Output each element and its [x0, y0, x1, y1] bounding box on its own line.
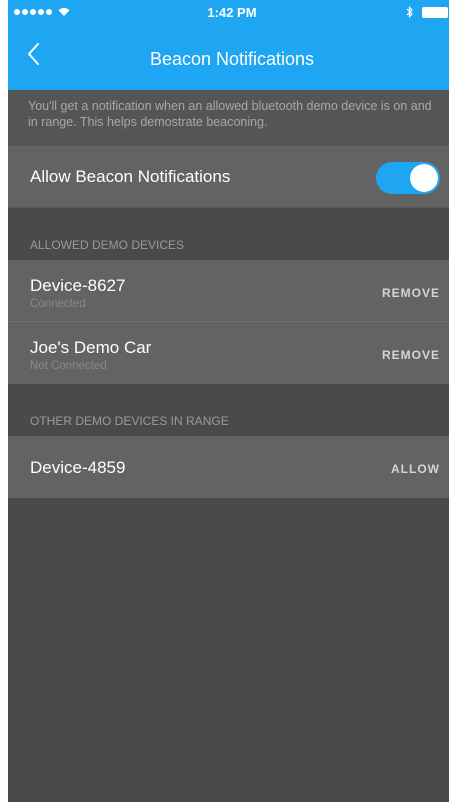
list-item: Joe's Demo Car Not Connected REMOVE — [8, 322, 449, 384]
list-item: Device-8627 Connected REMOVE — [8, 260, 449, 322]
other-devices-header: OTHER DEMO DEVICES IN RANGE — [8, 384, 449, 436]
device-name: Device-4859 — [30, 458, 126, 477]
device-status: Not Connected — [30, 360, 107, 372]
allowed-devices-header: ALLOWED DEMO DEVICES — [8, 208, 449, 260]
page-title: Beacon Notifications — [149, 49, 315, 69]
status-time: 1:42 PM — [207, 5, 257, 20]
remove-button[interactable]: REMOVE — [382, 348, 440, 362]
battery-icon — [422, 6, 448, 18]
allow-beacon-notifications-toggle[interactable] — [376, 162, 440, 194]
toggle-knob — [410, 164, 438, 192]
allow-beacon-notifications-row: Allow Beacon Notifications — [8, 146, 449, 208]
device-status: Connected — [30, 298, 86, 310]
top-bar: 1:42 PM Beacon Notifications — [8, 0, 449, 90]
toggle-label: Allow Beacon Notifications — [30, 167, 231, 186]
allow-button[interactable]: ALLOW — [391, 462, 440, 476]
device-name: Device-8627 — [30, 276, 126, 295]
info-text: You'll get a notification when an allowe… — [8, 90, 449, 146]
bluetooth-icon — [406, 6, 414, 18]
status-bar: 1:42 PM — [8, 0, 449, 24]
remove-button[interactable]: REMOVE — [382, 286, 440, 300]
device-name: Joe's Demo Car — [30, 338, 152, 357]
list-item: Device-4859 ALLOW — [8, 436, 449, 498]
navigation-bar: Beacon Notifications — [8, 24, 449, 90]
phone-screen: 1:42 PM Beacon Notifications You'll get … — [8, 0, 449, 802]
